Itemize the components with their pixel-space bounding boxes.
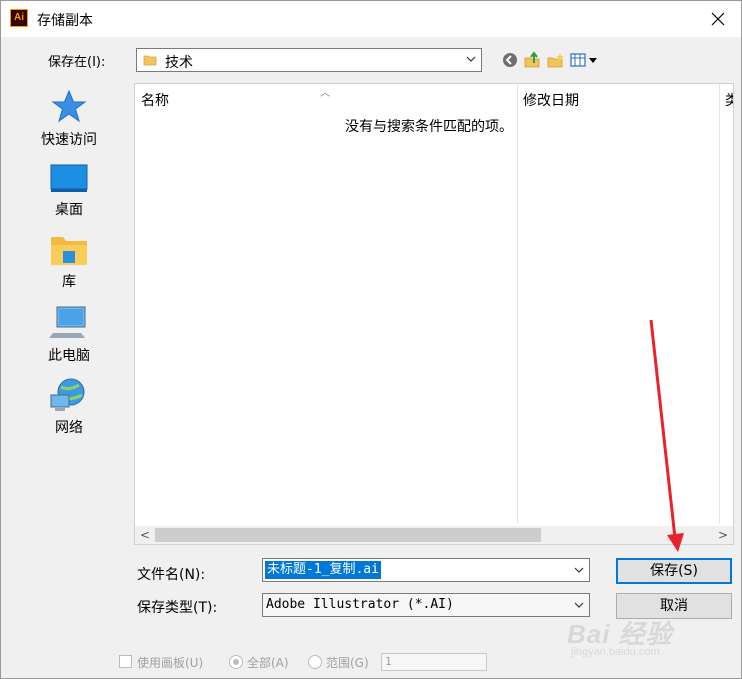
range-radio[interactable] — [308, 655, 322, 669]
chevron-down-icon — [574, 602, 584, 608]
desktop-icon — [50, 164, 88, 192]
place-label: 网络 — [55, 420, 83, 436]
filename-label: 文件名(N): — [137, 567, 206, 583]
up-folder-icon[interactable] — [523, 51, 541, 69]
filename-value: 未标题-1_复制.ai — [265, 561, 381, 579]
scroll-left-icon[interactable]: < — [140, 528, 150, 542]
computer-icon — [49, 306, 86, 338]
filename-input[interactable]: 未标题-1_复制.ai — [262, 558, 590, 582]
close-icon — [711, 12, 725, 26]
empty-message: 没有与搜索条件匹配的项。 — [345, 119, 513, 135]
place-quick-access[interactable]: 快速访问 — [10, 89, 128, 149]
save-button[interactable]: 保存(S) — [616, 558, 732, 584]
save-in-value: 技术 — [165, 55, 193, 71]
network-icon — [50, 378, 85, 411]
chevron-down-icon — [466, 56, 476, 62]
place-network[interactable]: 网络 — [10, 377, 128, 437]
place-this-pc[interactable]: 此电脑 — [10, 305, 128, 365]
use-artboards-label: 使用画板(U) — [137, 656, 204, 670]
column-separator — [719, 84, 720, 524]
place-library[interactable]: 库 — [10, 233, 128, 291]
watermark-url: jingyan.baidu.com — [571, 646, 660, 658]
folder-icon — [143, 55, 157, 66]
back-icon[interactable] — [501, 51, 519, 69]
title-bar: Ai 存储副本 — [1, 1, 741, 37]
save-in-dropdown[interactable]: 技术 — [136, 48, 482, 72]
place-label: 此电脑 — [48, 348, 90, 364]
save-in-label: 保存在(I): — [48, 55, 106, 70]
place-label: 库 — [62, 274, 76, 290]
column-header-type[interactable]: 类 — [725, 90, 733, 110]
scroll-right-icon[interactable]: > — [718, 528, 728, 542]
close-button[interactable] — [695, 1, 741, 37]
file-list[interactable]: ︿ 名称 修改日期 类 没有与搜索条件匹配的项。 < > — [134, 83, 734, 545]
all-radio[interactable] — [229, 655, 243, 669]
scrollbar-thumb[interactable] — [155, 528, 541, 542]
filetype-value: Adobe Illustrator (*.AI) — [266, 597, 454, 612]
all-label: 全部(A) — [247, 656, 289, 670]
places-bar: 快速访问 桌面 库 此电脑 网络 — [10, 83, 128, 638]
star-icon — [51, 89, 87, 123]
place-label: 桌面 — [55, 202, 83, 218]
view-menu-icon[interactable] — [570, 51, 598, 69]
library-folder-icon — [51, 237, 87, 265]
sort-ascending-icon: ︿ — [320, 88, 330, 99]
illustrator-app-icon: Ai — [10, 9, 28, 27]
column-separator — [517, 84, 518, 524]
new-folder-icon[interactable] — [546, 51, 564, 69]
watermark-main: Bai 经验 — [567, 619, 673, 649]
range-label: 范围(G) — [326, 656, 369, 670]
filetype-label: 保存类型(T): — [137, 600, 218, 616]
horizontal-scrollbar[interactable]: < > — [135, 526, 733, 544]
baidu-jingyan-watermark: Bai 经验 jingyan.baidu.com — [567, 614, 673, 658]
place-label: 快速访问 — [41, 132, 97, 148]
column-header-name[interactable]: 名称 — [141, 90, 169, 110]
filetype-dropdown[interactable]: Adobe Illustrator (*.AI) — [262, 593, 590, 617]
window-title: 存储副本 — [37, 13, 93, 29]
chevron-down-icon — [574, 567, 584, 573]
use-artboards-checkbox[interactable] — [119, 655, 132, 668]
place-desktop[interactable]: 桌面 — [10, 163, 128, 219]
column-header-date[interactable]: 修改日期 — [523, 90, 579, 110]
save-copy-dialog: Ai 存储副本 保存在(I): 技术 快速访问 桌面 库 此电脑 网络 ︿ 名称… — [0, 0, 742, 679]
range-input[interactable]: 1 — [381, 653, 487, 671]
